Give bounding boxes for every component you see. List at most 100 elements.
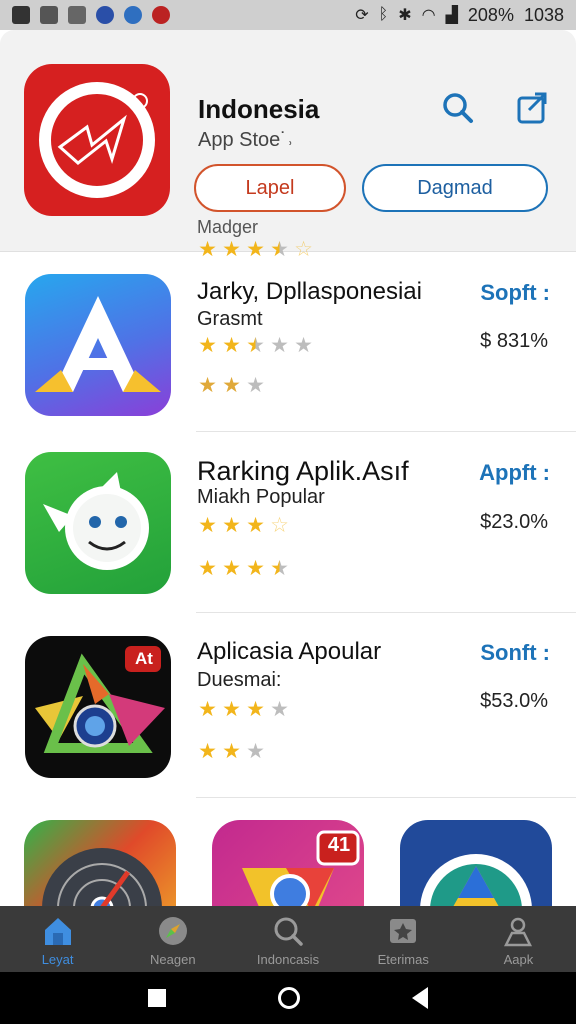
clock: 1038	[523, 4, 564, 25]
star-half-icon: ★	[244, 335, 267, 357]
featured-app-icon[interactable]	[24, 64, 170, 216]
notification-icon	[12, 6, 30, 24]
app-category: Grasmt	[197, 308, 263, 330]
lightning-logo-icon	[39, 82, 155, 198]
list-item[interactable]: Jarky, Dpllasponesiai Grasmt ★ ★ ★ ★ ★ ★…	[0, 258, 576, 438]
star-icon: ★	[246, 374, 265, 397]
star-icon: ★	[246, 698, 265, 721]
app-notification-icon	[96, 6, 114, 24]
tab-label: Indoncasis	[256, 952, 320, 967]
tab-label: Leyat	[41, 952, 74, 967]
star-icon: ★	[222, 557, 241, 580]
search-icon	[274, 917, 303, 946]
app-rating: ★ ★ ★ ☆	[196, 515, 291, 537]
tab-profile[interactable]: Aapk	[461, 906, 576, 972]
tile-badge: 41	[327, 834, 351, 856]
app-tile[interactable]: 41	[212, 820, 364, 908]
app-price: $ 831%	[480, 330, 548, 352]
battery-level: 208%	[467, 4, 514, 25]
download-button[interactable]: Dagmad	[362, 164, 548, 212]
search-button[interactable]	[440, 90, 476, 126]
star-icon: ★	[222, 374, 241, 397]
app-rating: ★ ★ ★ ★	[196, 699, 291, 721]
apps-icon	[390, 919, 417, 943]
app-category: Miakh Popular	[197, 486, 325, 508]
star-outline-icon: ☆	[270, 514, 289, 537]
profile-icon	[504, 917, 533, 947]
star-icon: ★	[198, 374, 217, 397]
star-icon: ★	[246, 740, 265, 763]
home-icon	[44, 918, 71, 945]
list-item[interactable]: At Aplicasia Apoular Duesmai: ★ ★ ★ ★ ★ …	[0, 620, 576, 800]
back-button[interactable]	[412, 987, 428, 1009]
app-icon[interactable]	[25, 274, 171, 416]
lapel-button[interactable]: Lapel	[194, 164, 346, 212]
bluetooth-alt-icon: ✱	[398, 7, 412, 24]
status-bar: ⟳ ᛒ ✱ ◠ ▟ 208% 1038	[0, 0, 576, 30]
app-secondary-rating: ★ ★ ★	[196, 741, 267, 763]
sync-icon: ⟳	[355, 7, 369, 24]
app-category: Duesmai:	[197, 669, 282, 691]
star-icon: ★	[222, 334, 241, 357]
get-button[interactable]: Sopft :	[480, 280, 550, 306]
app-secondary-rating: ★ ★ ★ ★	[196, 558, 291, 580]
page-title: Indonesia	[198, 94, 320, 124]
tab-games[interactable]: Neagen	[115, 906, 230, 972]
app-price: $23.0%	[480, 511, 548, 533]
compass-icon	[158, 917, 187, 945]
app-rating: ★ ★ ★ ★ ★	[196, 335, 315, 357]
system-nav-bar	[0, 972, 576, 1024]
signal-icon: ▟	[445, 7, 458, 24]
star-icon: ★	[198, 514, 217, 537]
page-subtitle: App Stoe˙˒	[198, 129, 294, 151]
developer-name: Madger	[197, 217, 259, 237]
tab-apps[interactable]: Eterimas	[346, 906, 461, 972]
home-button[interactable]	[278, 987, 300, 1009]
divider	[196, 431, 576, 432]
tab-label: Aapk	[503, 952, 534, 967]
tab-search[interactable]: Indoncasis	[230, 906, 345, 972]
star-icon: ★	[198, 334, 217, 357]
chart-icon	[68, 6, 86, 24]
radar-icon	[42, 848, 162, 908]
app-price: $53.0%	[480, 690, 548, 712]
share-button[interactable]	[514, 90, 550, 126]
image-icon	[40, 6, 58, 24]
divider	[196, 797, 576, 798]
star-icon: ★	[246, 514, 265, 537]
game-icon	[152, 6, 170, 24]
star-half-icon: ★	[268, 558, 291, 580]
drive-icon	[420, 854, 532, 908]
app-icon[interactable]	[25, 452, 171, 594]
star-icon: ★	[198, 740, 217, 763]
divider	[196, 612, 576, 613]
tab-label: Eterimas	[377, 952, 429, 967]
app-header-card: Indonesia App Stoe˙˒ Lapel Dagmad Madger…	[0, 30, 576, 261]
wifi-icon: ◠	[421, 7, 436, 24]
get-button[interactable]: Appft :	[479, 460, 550, 486]
star-icon: ★	[222, 514, 241, 537]
star-icon: ★	[222, 698, 241, 721]
tab-today[interactable]: Leyat	[0, 906, 115, 972]
bottom-tab-bar: Leyat Neagen Indoncasis Eterimas Aapk	[0, 906, 576, 972]
tab-label: Neagen	[150, 952, 196, 967]
app-tile[interactable]	[400, 820, 552, 908]
app-icon[interactable]: At	[25, 636, 171, 778]
list-item[interactable]: Rarking Aplik.Asıf Miakh Popular ★ ★ ★ ☆…	[0, 438, 576, 618]
app-badge: At	[135, 649, 153, 668]
app-secondary-rating: ★ ★ ★	[196, 375, 267, 397]
star-icon: ★	[222, 740, 241, 763]
star-icon: ★	[294, 334, 313, 357]
app-tile[interactable]	[24, 820, 176, 908]
app-name: Rarking Aplik.Asıf	[197, 456, 409, 486]
more-apps-row: 41	[0, 820, 576, 908]
star-icon: ★	[198, 698, 217, 721]
app-name: Aplicasia Apoular	[197, 638, 382, 665]
star-icon: ★	[270, 334, 289, 357]
recents-button[interactable]	[148, 989, 166, 1007]
star-icon: ★	[198, 557, 217, 580]
get-button[interactable]: Sonft :	[480, 640, 550, 666]
app-store-a-icon	[35, 296, 161, 392]
share-icon	[517, 92, 547, 124]
star-icon: ★	[246, 557, 265, 580]
